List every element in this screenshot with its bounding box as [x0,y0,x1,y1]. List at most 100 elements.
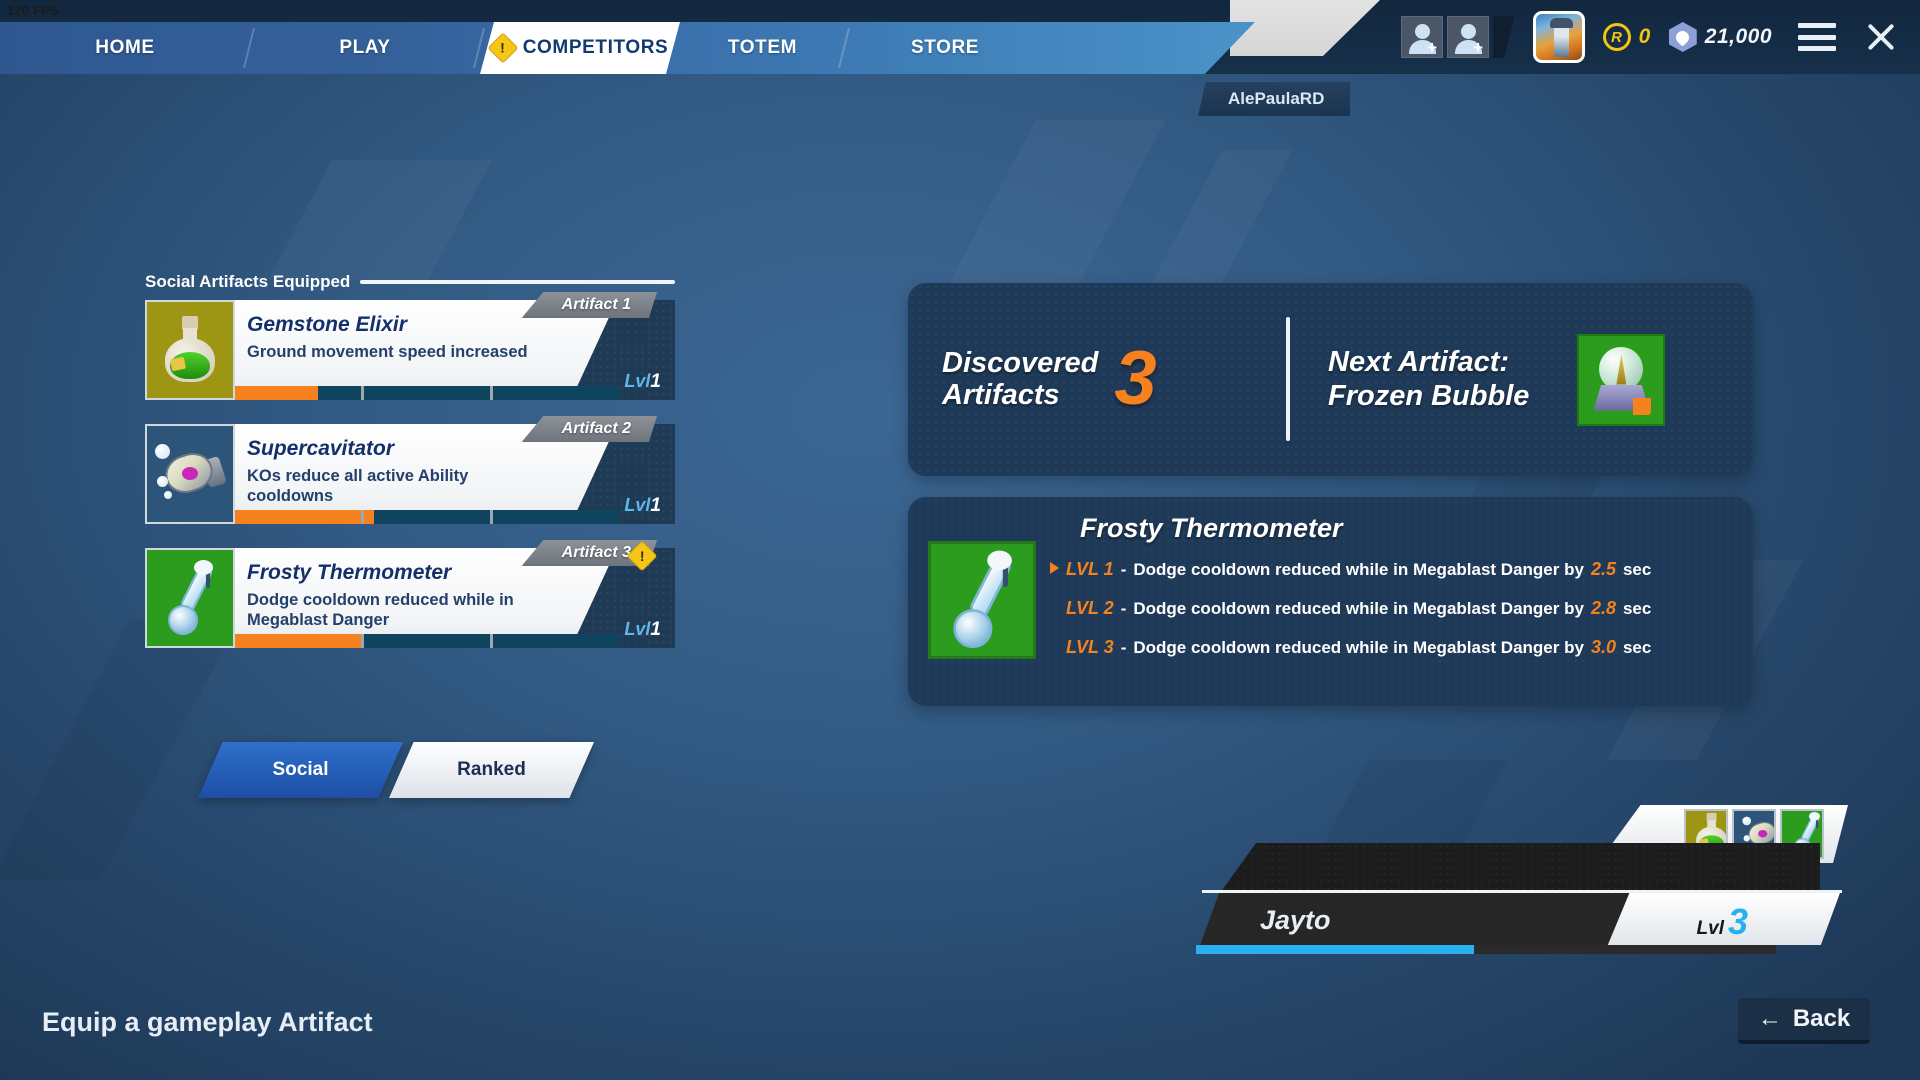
elixir-icon [161,316,219,384]
detail-level-text-1: Dodge cooldown reduced while in Megablas… [1133,560,1584,579]
next-artifact-line2: Frozen Bubble [1328,379,1530,412]
add-friend-slot-2[interactable] [1446,16,1489,58]
detail-level-value-3: 3.0 [1590,637,1616,657]
menu-icon[interactable] [1798,23,1836,51]
artifact-warning-badge-3: ! [626,540,658,572]
detail-level-label-2: LVL 2 [1066,598,1114,618]
footer-hint: Equip a gameplay Artifact [42,1007,373,1037]
toggle-option-ranked[interactable]: Ranked [389,742,594,798]
discovered-label-line1: Discovered [942,347,1099,380]
detail-level-unit-2: sec [1622,599,1652,618]
gem-icon [1668,22,1697,52]
progress-segment [235,386,364,400]
artifact-level-num-2: 1 [650,495,661,516]
player-card-main-band: Jayto Lvl 3 [1200,893,1840,945]
fps-counter: 120 FPS [7,3,59,18]
artifact-card-3[interactable]: Artifact 3 ! Frosty Thermometer Dodge co… [145,540,675,648]
detail-level-label-1: LVL 1 [1066,559,1114,579]
artifact-level-label-2: Lvl [624,495,651,515]
player-xp-bar [1196,945,1776,954]
artifact-progress-1 [235,386,619,400]
section-header: Social Artifacts Equipped [145,272,675,292]
artifact-icon-supercavitator [145,424,235,524]
menu-line [1798,46,1836,51]
coin-balance[interactable]: R 0 [1602,23,1651,51]
gem-balance[interactable]: 21,000 [1668,22,1772,52]
next-artifact-label: Next Artifact: Frozen Bubble [1328,346,1529,412]
player-level-label: Lvl [1696,918,1724,939]
detail-level-unit-1: sec [1622,560,1652,579]
artifact-detail-panel: Frosty Thermometer LVL 1 - Dodge cooldow… [908,497,1753,706]
game-screen: 120 FPS HOME PLAY ! COMPETITORS TOTEM ST… [0,0,1920,1080]
section-rule [360,280,675,284]
progress-segment [493,386,619,400]
menu-line [1798,34,1836,40]
artifact-level-num-3: 1 [650,619,661,640]
detail-title: Frosty Thermometer [1080,513,1343,543]
gem-amount: 21,000 [1704,25,1772,48]
player-card-divider [1202,890,1842,893]
next-artifact-line1: Next Artifact: [1328,346,1510,379]
detail-level-row-1: LVL 1 - Dodge cooldown reduced while in … [1050,559,1729,580]
avatar[interactable] [1532,11,1585,63]
thermometer-icon [946,550,1019,649]
discovered-group: Discovered Artifacts 3 [926,283,1276,476]
thermometer-icon [162,560,218,635]
person-icon [1414,24,1430,39]
tab-play[interactable]: PLAY [250,22,485,74]
player-level-number: 3 [1727,901,1748,942]
detail-level-unit-3: sec [1622,638,1652,657]
close-icon[interactable] [1864,20,1898,54]
tab-separator [473,28,485,68]
warning-icon: ! [487,32,519,64]
player-card[interactable]: Jayto Lvl 3 [1190,805,1850,954]
progress-segment [364,634,493,648]
main-navigation: HOME PLAY ! COMPETITORS TOTEM STORE [0,22,1300,74]
add-friend-slot-1[interactable] [1400,16,1443,58]
section-title: Social Artifacts Equipped [145,272,351,291]
friend-slots-tail [1492,16,1515,58]
panel-divider [1286,317,1290,441]
player-level: Lvl 3 [1697,901,1748,943]
detail-level-text-3: Dodge cooldown reduced while in Megablas… [1133,638,1584,657]
detail-level-row-3: LVL 3 - Dodge cooldown reduced while in … [1066,637,1729,658]
progress-segment [493,634,619,648]
artifact-desc-1: Ground movement speed increased [247,343,528,361]
discovered-label-line2: Artifacts [942,378,1060,411]
tab-home-label: HOME [95,37,155,58]
detail-level-dash-3: - [1120,638,1127,657]
back-button[interactable]: ← Back [1738,998,1870,1044]
menu-line [1798,23,1836,28]
artifact-desc-2: KOs reduce all active Ability cooldowns [247,467,469,506]
detail-level-list: LVL 1 - Dodge cooldown reduced while in … [1050,559,1729,676]
artifact-slot-ribbon-2: Artifact 2 [521,416,657,442]
progress-segment [364,386,493,400]
detail-level-row-2: LVL 2 - Dodge cooldown reduced while in … [1066,598,1729,619]
equipped-artifacts-panel: Social Artifacts Equipped Artifact 1 Gem… [145,272,675,672]
artifact-card-1[interactable]: Artifact 1 Gemstone Elixir Ground moveme… [145,292,675,400]
detail-level-dash-1: - [1120,560,1127,579]
plus-icon [1471,41,1486,56]
tab-store-label: STORE [910,37,980,58]
discovered-label: Discovered Artifacts [942,347,1099,411]
artifact-progress-3 [235,634,619,648]
tab-home[interactable]: HOME [0,22,255,74]
selected-caret-icon [1050,562,1059,574]
detail-level-label-3: LVL 3 [1066,637,1114,657]
artifact-name-3: Frosty Thermometer [247,561,452,584]
tab-competitors[interactable]: ! COMPETITORS [480,22,680,74]
detail-level-text-2: Dodge cooldown reduced while in Megablas… [1133,599,1584,618]
artifact-slot-ribbon-1: Artifact 1 [521,292,657,318]
detail-level-value-1: 2.5 [1590,559,1616,579]
artifact-card-2[interactable]: Artifact 2 Supercavitator KOs reduce all… [145,416,675,524]
next-artifact-group: Next Artifact: Frozen Bubble [1328,283,1666,476]
artifact-level-label-1: Lvl [624,371,651,391]
coin-amount: 0 [1638,25,1651,48]
username-tag: AlePaulaRD [1198,82,1351,116]
toggle-option-social[interactable]: Social [198,742,403,798]
discovered-count: 3 [1114,336,1157,422]
tab-totem[interactable]: TOTEM [680,22,850,74]
tab-store[interactable]: STORE [845,22,1045,74]
progress-segment [364,510,493,524]
snowglobe-icon [1591,345,1652,415]
